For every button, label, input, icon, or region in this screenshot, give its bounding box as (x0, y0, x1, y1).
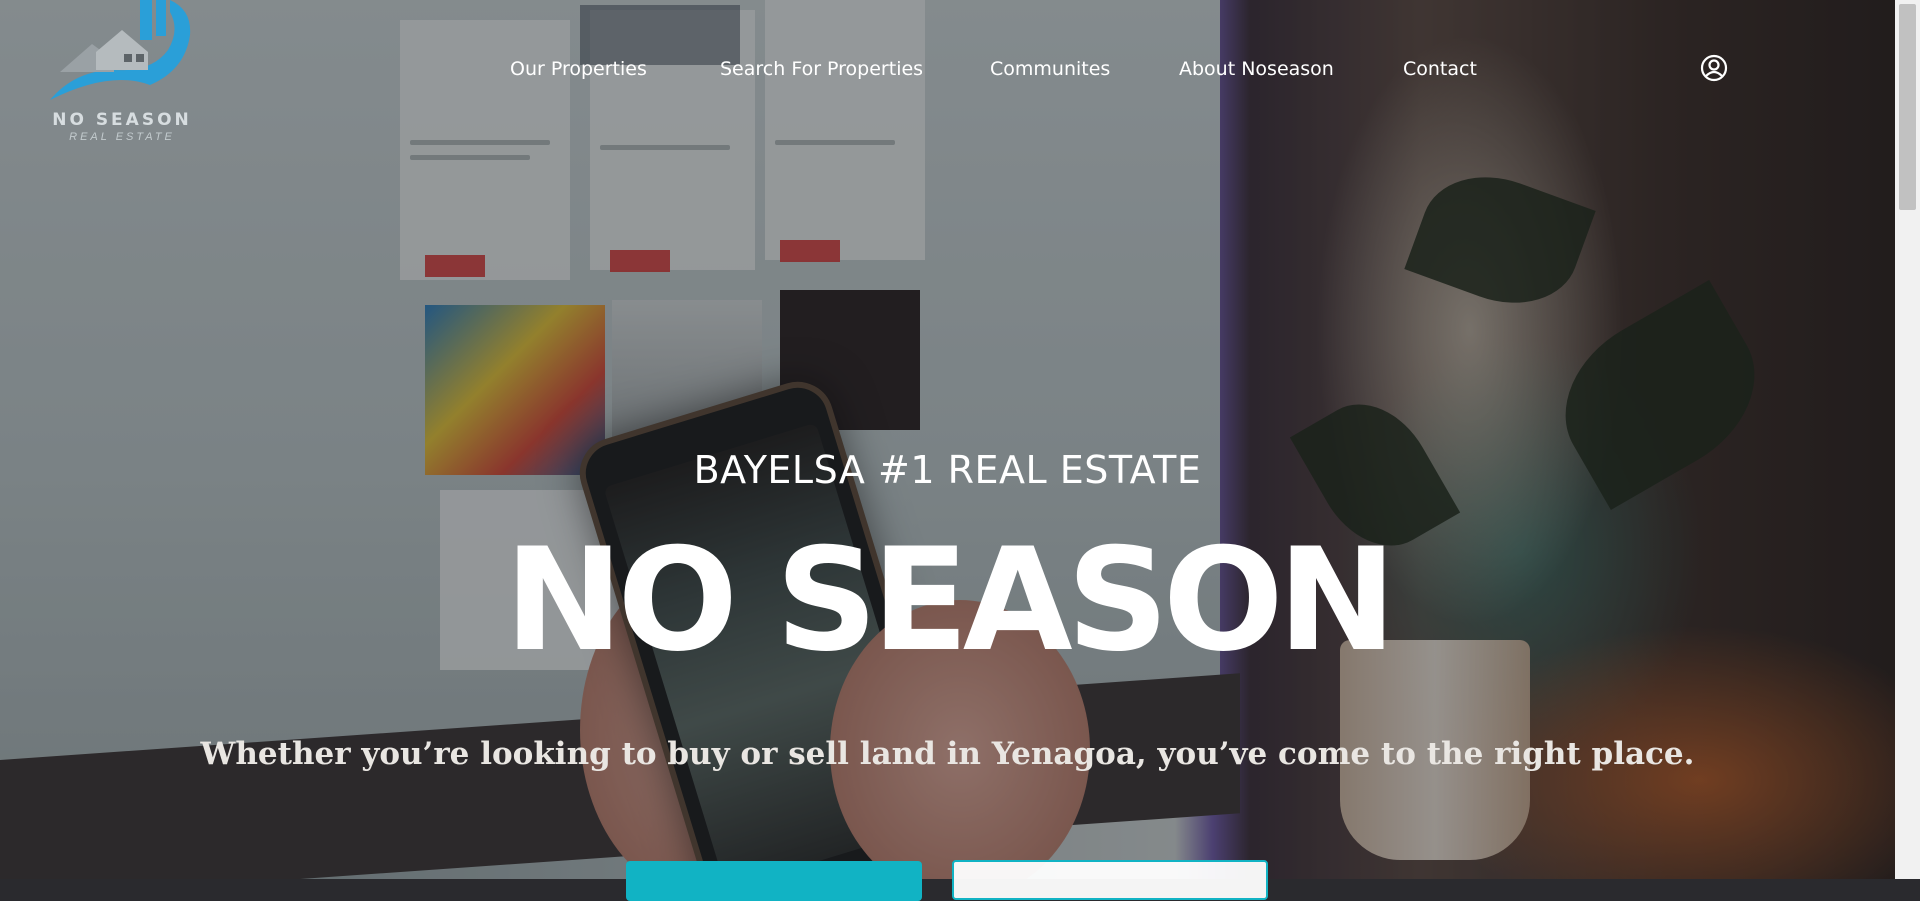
user-circle-icon[interactable] (1700, 54, 1728, 82)
scrollbar-thumb[interactable] (1899, 4, 1916, 210)
nav-item-about-noseason[interactable]: About Noseason (1179, 58, 1334, 80)
page-scrollbar[interactable] (1895, 0, 1920, 879)
nav-item-communites[interactable]: Communites (990, 58, 1110, 80)
main-nav: Our Properties Search For Properties Com… (0, 58, 1895, 88)
nav-item-search-for-properties[interactable]: Search For Properties (720, 58, 923, 80)
hero-headline: NO SEASON (504, 518, 1397, 683)
hero-kicker: BAYELSA #1 REAL ESTATE (693, 448, 1202, 492)
hero-secondary-button[interactable] (952, 860, 1268, 900)
nav-item-contact[interactable]: Contact (1403, 58, 1477, 80)
hero-primary-button[interactable] (626, 861, 922, 901)
hero-tagline: Whether you’re looking to buy or sell la… (200, 736, 1695, 772)
logo-subtitle: REAL ESTATE (69, 131, 175, 143)
nav-item-our-properties[interactable]: Our Properties (510, 58, 647, 80)
logo-wordmark: NO SEASON (52, 110, 192, 130)
